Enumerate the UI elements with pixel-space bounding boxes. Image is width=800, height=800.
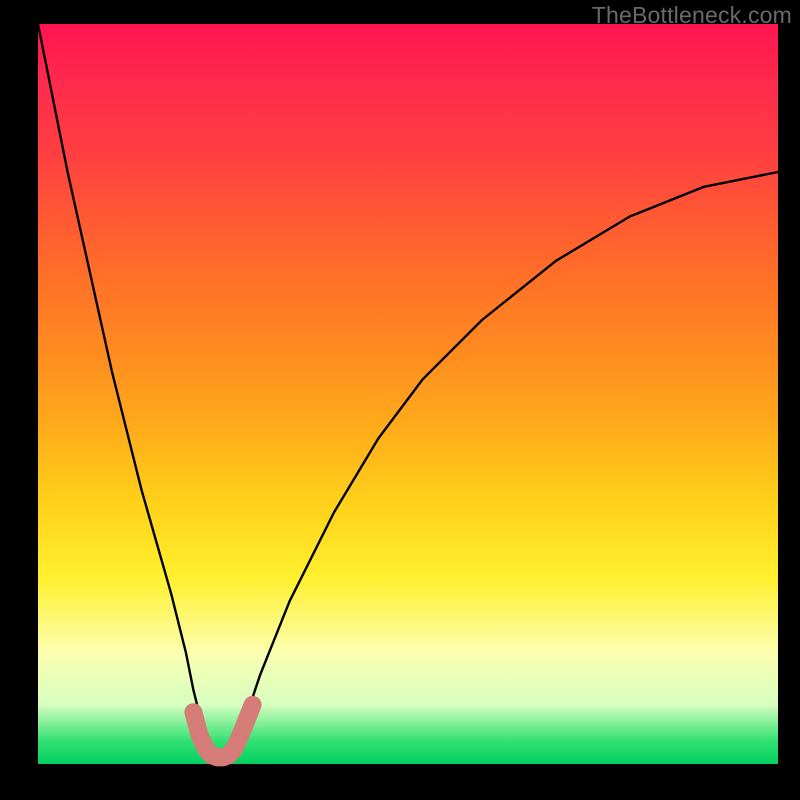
curve-layer: [38, 24, 778, 764]
plot-area: [38, 24, 778, 764]
highlight-valley: [193, 705, 252, 758]
bottleneck-curve: [38, 24, 778, 757]
chart-frame: TheBottleneck.com: [0, 0, 800, 800]
